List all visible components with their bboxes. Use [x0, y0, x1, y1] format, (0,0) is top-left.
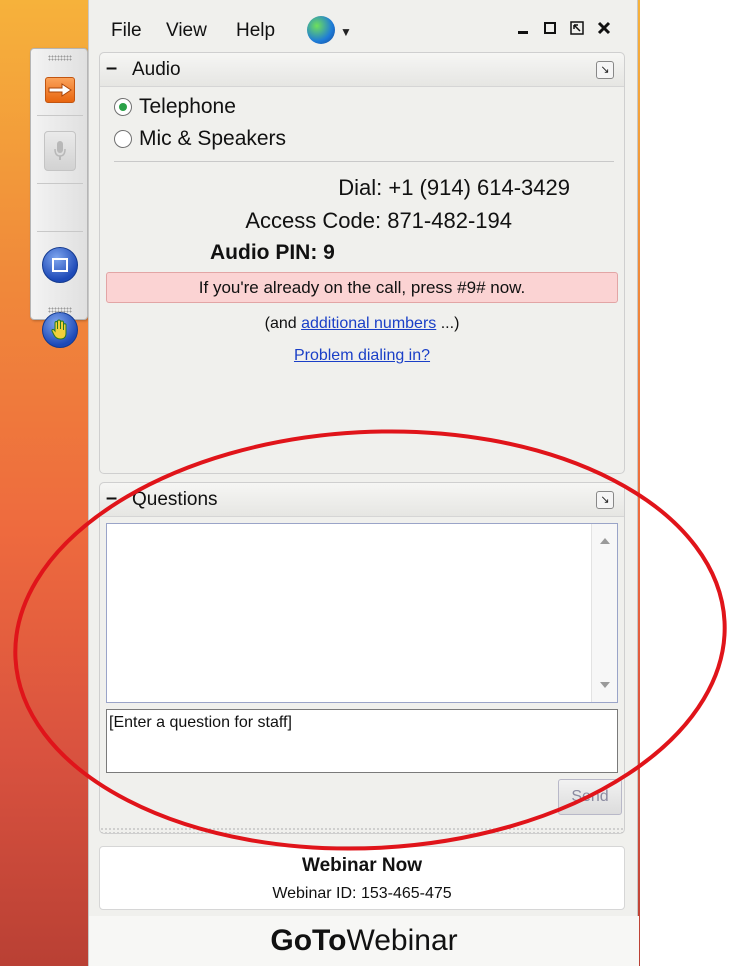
problem-dialing-link[interactable]: Problem dialing in?: [294, 347, 430, 364]
raise-hand-icon: [51, 319, 67, 340]
menu-help[interactable]: Help: [236, 20, 275, 42]
control-toolbar: [30, 48, 88, 348]
toolbar-divider: [37, 115, 83, 116]
questions-section-header: – Questions ↘: [100, 483, 624, 517]
additional-numbers-line: (and additional numbers ...): [100, 315, 624, 333]
additional-numbers-link[interactable]: additional numbers: [301, 315, 436, 332]
menu-bar: File View Help ▼: [89, 0, 639, 48]
scroll-down-icon[interactable]: [600, 682, 610, 688]
chevron-down-icon[interactable]: ▼: [340, 25, 352, 39]
arrow-icon: [48, 83, 72, 97]
screen-icon: [52, 258, 68, 272]
popout-icon[interactable]: ↘: [596, 61, 614, 79]
globe-icon[interactable]: [307, 16, 335, 44]
control-panel: File View Help ▼ – Audio ↘ Telephone Mic…: [88, 0, 639, 966]
resize-grip[interactable]: [100, 827, 624, 833]
dial-number: Dial: +1 (914) 614-3429: [338, 175, 570, 200]
logo-goto: GoTo: [270, 924, 347, 957]
questions-scrollbar[interactable]: [591, 524, 617, 702]
mic-icon: [54, 141, 66, 160]
audio-section-title: Audio: [132, 59, 181, 80]
toolbar-grip-bottom[interactable]: [48, 307, 72, 313]
access-code: Access Code: 871-482-194: [245, 208, 512, 233]
collapse-audio-icon[interactable]: –: [106, 58, 122, 78]
restore-icon[interactable]: [567, 18, 587, 38]
webinar-info: Webinar Now Webinar ID: 153-465-475: [99, 846, 625, 910]
audio-pin: Audio PIN: 9: [210, 241, 335, 264]
webinar-id: Webinar ID: 153-465-475: [272, 885, 452, 902]
questions-section: – Questions ↘ [Enter a question for staf…: [99, 482, 625, 834]
close-icon[interactable]: [594, 18, 614, 38]
questions-section-title: Questions: [132, 489, 218, 510]
popout-icon[interactable]: ↘: [596, 491, 614, 509]
problem-dialing-line: Problem dialing in?: [100, 347, 624, 365]
logo-webinar: Webinar: [346, 924, 458, 957]
show-hide-panel-button[interactable]: [45, 77, 75, 103]
audio-section: – Audio ↘ Telephone Mic & Speakers Dial:…: [99, 52, 625, 474]
gotowebinar-logo: GoToWebinar: [89, 916, 639, 966]
questions-log[interactable]: [106, 523, 618, 703]
mic-button[interactable]: [44, 131, 76, 171]
raise-hand-button[interactable]: [42, 312, 78, 348]
audio-divider: [114, 161, 614, 162]
mic-speakers-label: Mic & Speakers: [139, 127, 287, 150]
pin-alert: If you're already on the call, press #9#…: [106, 272, 618, 303]
webinar-title: Webinar Now: [302, 855, 422, 876]
telephone-label: Telephone: [139, 95, 236, 118]
mic-speakers-option[interactable]: Mic & Speakers: [114, 127, 286, 151]
question-input[interactable]: [Enter a question for staff]: [106, 709, 618, 773]
telephone-option[interactable]: Telephone: [114, 95, 236, 119]
additional-prefix: (and: [264, 315, 302, 332]
menu-file[interactable]: File: [111, 20, 142, 42]
screen-share-button[interactable]: [42, 247, 78, 283]
send-button[interactable]: Send: [558, 779, 622, 815]
menu-view[interactable]: View: [166, 20, 207, 42]
maximize-icon[interactable]: [540, 18, 560, 38]
toolbar-grip-top[interactable]: [48, 55, 72, 61]
additional-suffix: ...): [436, 315, 460, 332]
collapse-questions-icon[interactable]: –: [106, 488, 122, 508]
toolbar-divider: [37, 231, 83, 232]
toolbar-divider: [37, 183, 83, 184]
mic-speakers-radio[interactable]: [114, 130, 132, 148]
scroll-up-icon[interactable]: [600, 538, 610, 544]
desktop-background-right: [640, 0, 753, 966]
audio-section-header: – Audio ↘: [100, 53, 624, 87]
minimize-icon[interactable]: [513, 18, 533, 38]
telephone-radio[interactable]: [114, 98, 132, 116]
